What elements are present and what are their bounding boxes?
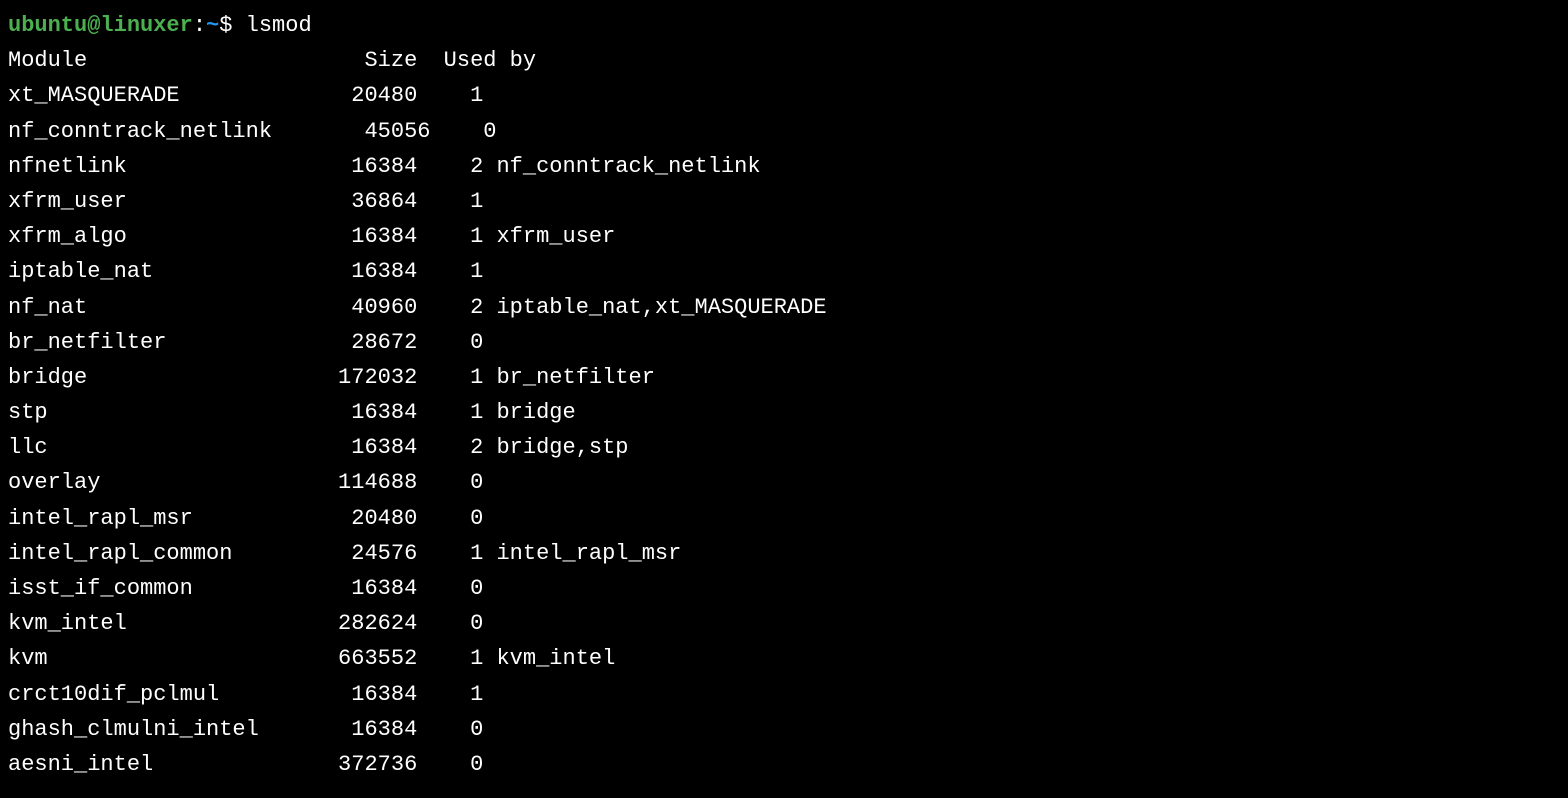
module-row: aesni_intel 372736 0	[8, 747, 1560, 782]
prompt-dollar: $	[219, 13, 245, 38]
module-row: xt_MASQUERADE 20480 1	[8, 78, 1560, 113]
module-row: bridge 172032 1 br_netfilter	[8, 360, 1560, 395]
module-row: iptable_nat 16384 1	[8, 254, 1560, 289]
module-row: xfrm_algo 16384 1 xfrm_user	[8, 219, 1560, 254]
prompt-line: ubuntu@linuxer:~$ lsmod	[8, 8, 1560, 43]
prompt-host: linuxer	[100, 13, 192, 38]
header-line: Module Size Used by	[8, 43, 1560, 78]
module-row: overlay 114688 0	[8, 465, 1560, 500]
module-row: kvm_intel 282624 0	[8, 606, 1560, 641]
prompt-path: ~	[206, 13, 219, 38]
prompt-user: ubuntu	[8, 13, 87, 38]
prompt-at: @	[87, 13, 100, 38]
module-row: crct10dif_pclmul 16384 1	[8, 677, 1560, 712]
module-row: stp 16384 1 bridge	[8, 395, 1560, 430]
module-row: isst_if_common 16384 0	[8, 571, 1560, 606]
module-row: llc 16384 2 bridge,stp	[8, 430, 1560, 465]
prompt-colon: :	[193, 13, 206, 38]
module-row: xfrm_user 36864 1	[8, 184, 1560, 219]
module-row: kvm 663552 1 kvm_intel	[8, 641, 1560, 676]
module-list: xt_MASQUERADE 20480 1nf_conntrack_netlin…	[8, 78, 1560, 782]
module-row: br_netfilter 28672 0	[8, 325, 1560, 360]
module-row: nf_nat 40960 2 iptable_nat,xt_MASQUERADE	[8, 290, 1560, 325]
module-row: nfnetlink 16384 2 nf_conntrack_netlink	[8, 149, 1560, 184]
module-row: intel_rapl_common 24576 1 intel_rapl_msr	[8, 536, 1560, 571]
module-row: nf_conntrack_netlink 45056 0	[8, 114, 1560, 149]
module-row: ghash_clmulni_intel 16384 0	[8, 712, 1560, 747]
module-row: intel_rapl_msr 20480 0	[8, 501, 1560, 536]
terminal-output[interactable]: ubuntu@linuxer:~$ lsmod Module Size Used…	[8, 8, 1560, 782]
command-text: lsmod	[246, 13, 312, 38]
